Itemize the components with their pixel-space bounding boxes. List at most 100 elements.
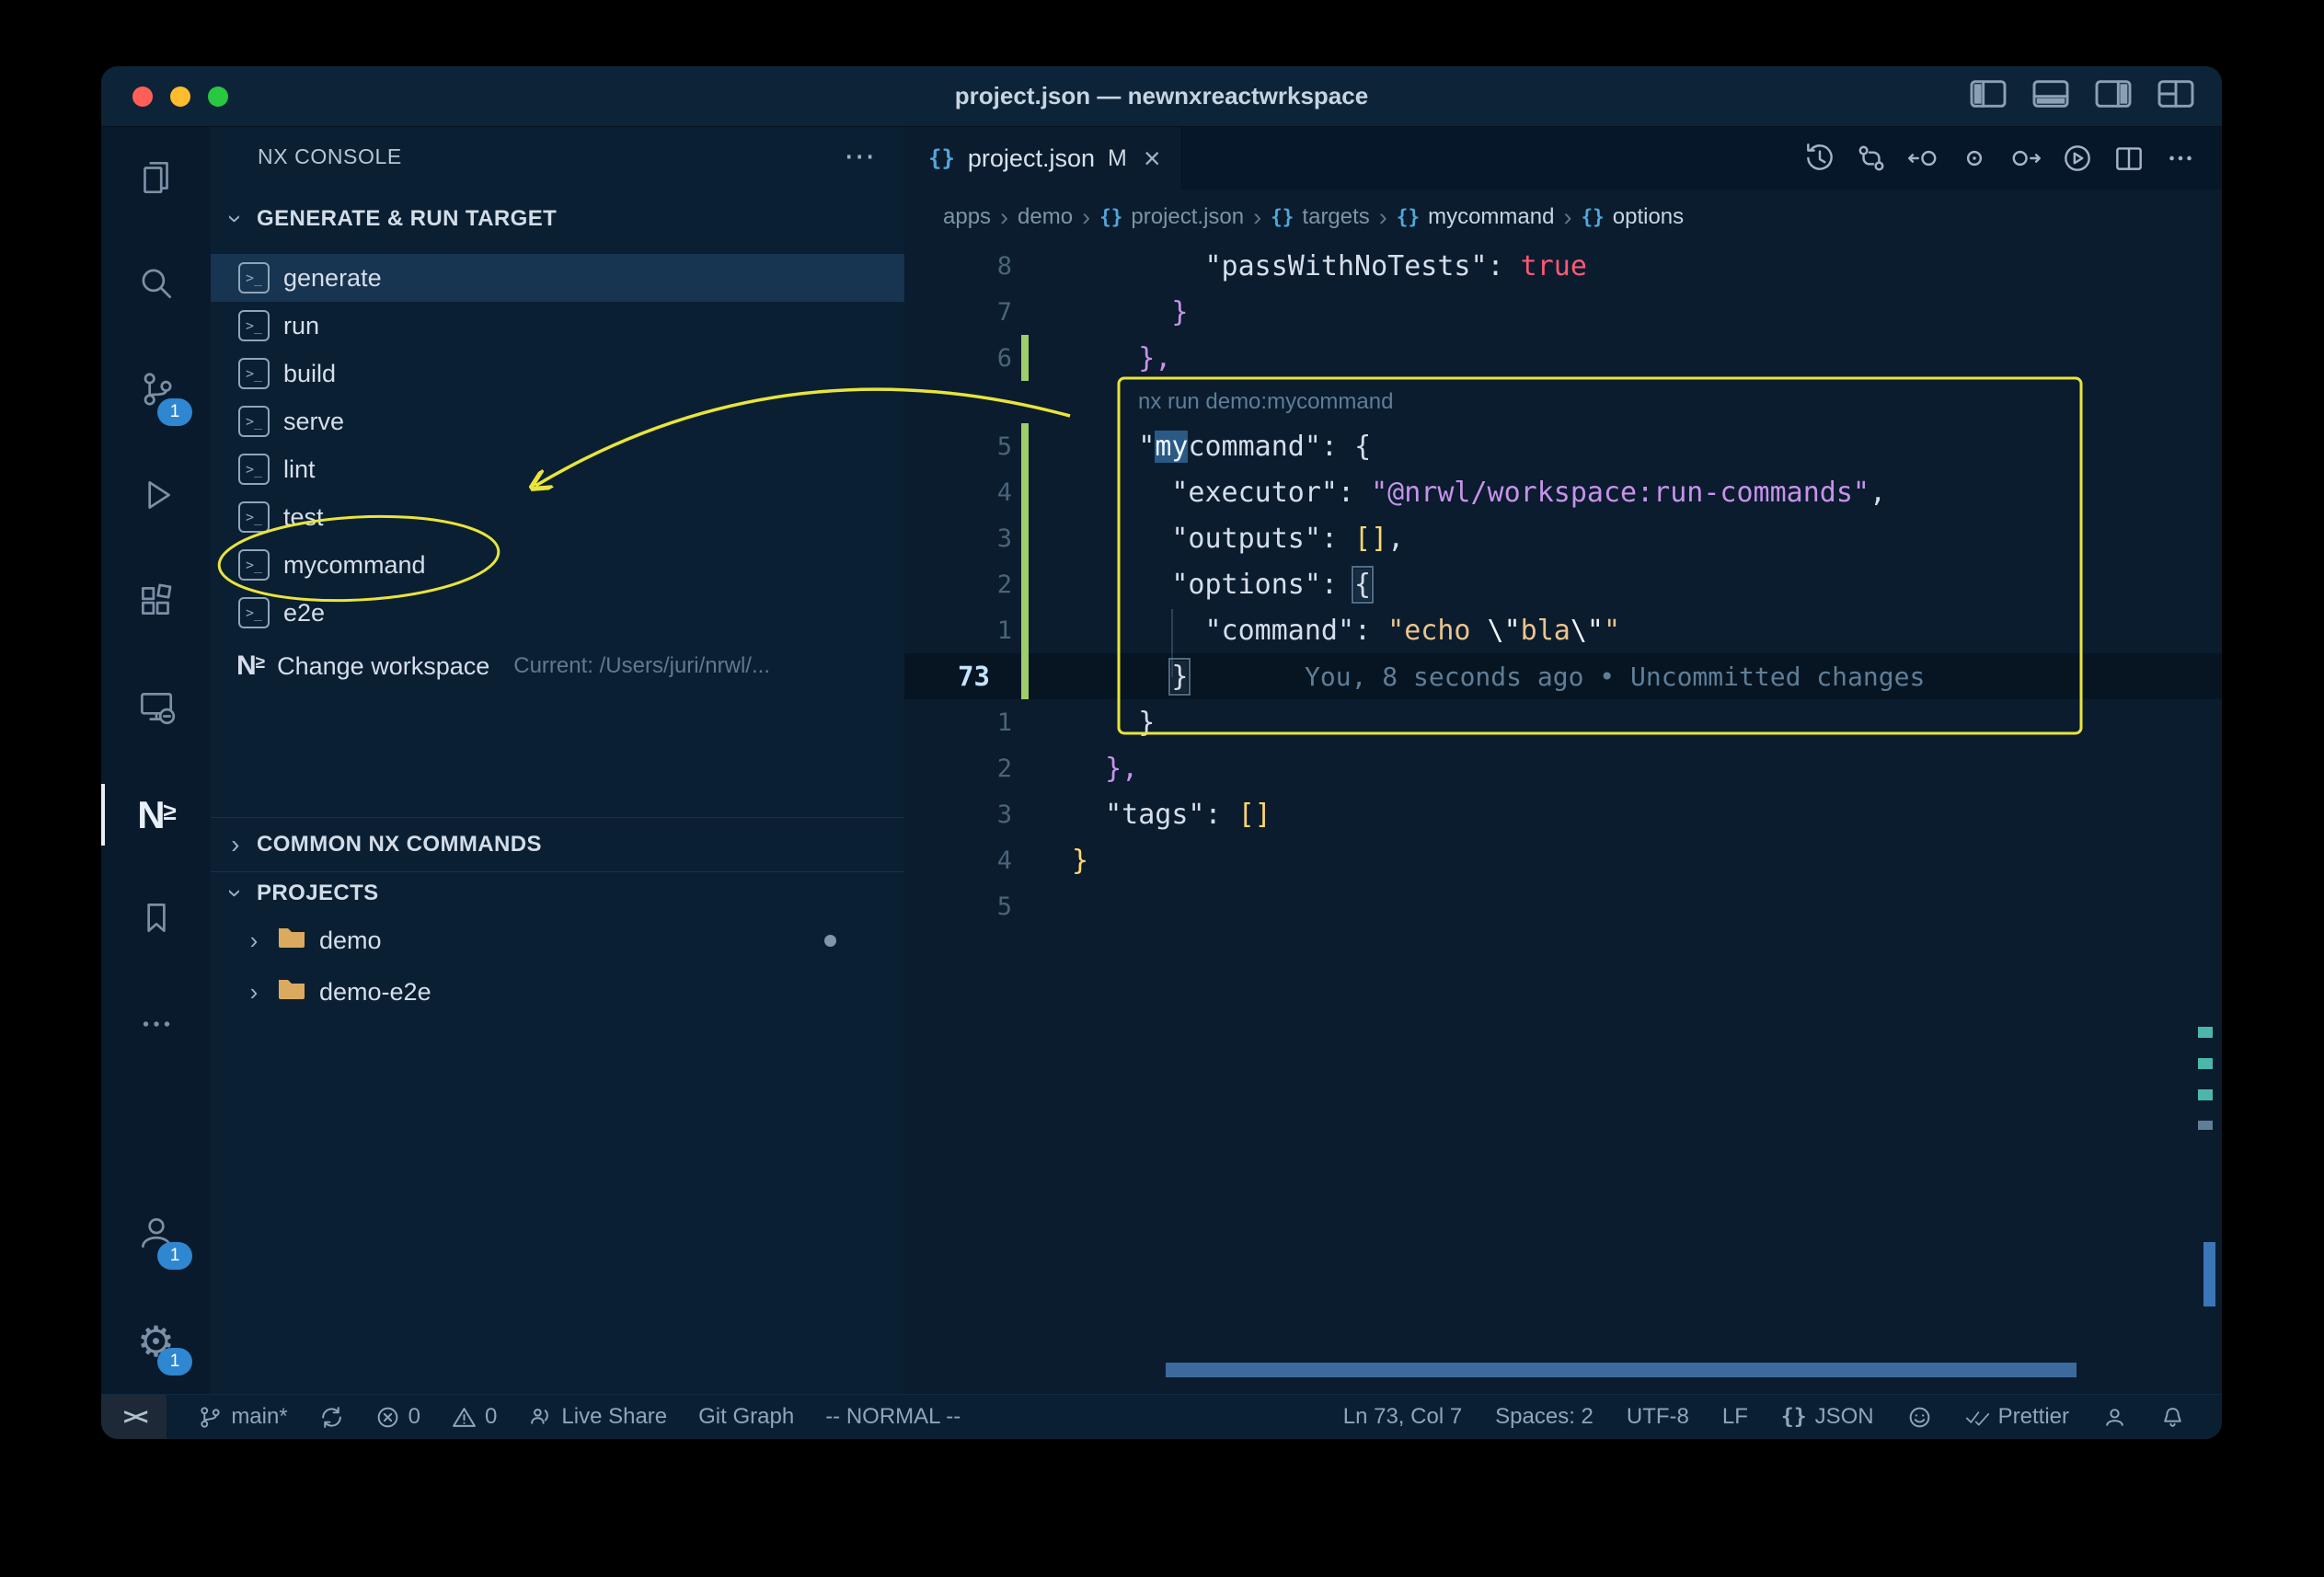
status-git-graph[interactable]: Git Graph: [698, 1404, 794, 1430]
layout-sidebar-left-icon[interactable]: [1970, 79, 2007, 113]
status-user-feedback[interactable]: [2102, 1405, 2127, 1430]
run-debug-icon: [135, 474, 178, 521]
section-generate-run-target[interactable]: › GENERATE & RUN TARGET: [211, 193, 904, 245]
more-actions-icon[interactable]: [2159, 137, 2202, 179]
activity-item-nx-console[interactable]: N≥: [101, 762, 211, 868]
play-circle-icon[interactable]: [2056, 137, 2099, 179]
titlebar-layout-icons: [1970, 79, 2194, 113]
line-number: 4: [904, 478, 1012, 507]
gutter-decorations: [1012, 515, 1072, 561]
status-vim-mode[interactable]: -- NORMAL --: [825, 1404, 961, 1430]
open-changes-left-icon[interactable]: [1902, 137, 1944, 179]
status-eol[interactable]: LF: [1722, 1404, 1748, 1430]
status-git-branch[interactable]: main*: [198, 1404, 287, 1430]
timeline-icon[interactable]: [1799, 137, 1841, 179]
activity-item-settings-gear[interactable]: ⚙1: [101, 1288, 211, 1394]
activity-item-source-control[interactable]: 1: [101, 339, 211, 444]
breadcrumb-demo[interactable]: demo: [1018, 204, 1073, 230]
status-encoding[interactable]: UTF-8: [1627, 1404, 1689, 1430]
status-notifications[interactable]: [2160, 1405, 2185, 1430]
status-label: -- NORMAL --: [825, 1404, 961, 1430]
gutter-decorations: [1012, 289, 1072, 335]
minimize-window-button[interactable]: [170, 86, 190, 107]
status-cursor-position[interactable]: Ln 73, Col 7: [1343, 1404, 1462, 1430]
horizontal-scrollbar[interactable]: [1166, 1363, 2077, 1377]
line-number: 5: [904, 432, 1012, 461]
zoom-window-button[interactable]: [208, 86, 228, 107]
status-prettier[interactable]: Prettier: [1965, 1404, 2069, 1430]
section-common-nx-commands[interactable]: › COMMON NX COMMANDS: [211, 817, 904, 871]
status-warnings[interactable]: 0: [452, 1404, 497, 1430]
line-number: 73: [904, 661, 1012, 692]
target-item-test[interactable]: >_test: [211, 493, 904, 541]
status-language-mode[interactable]: {}JSON: [1781, 1404, 1874, 1430]
layout-grid-icon[interactable]: [2157, 79, 2194, 113]
activity-item-bookmarks[interactable]: [101, 868, 211, 973]
activity-item-remote-explorer[interactable]: [101, 656, 211, 762]
project-item-demo-e2e[interactable]: ›demo-e2e: [211, 966, 904, 1018]
target-label: build: [283, 360, 336, 388]
modified-change-bar: [1021, 515, 1029, 561]
project-label: demo: [319, 927, 382, 955]
status-remote-indicator[interactable]: ><: [101, 1395, 167, 1439]
activity-item-explorer[interactable]: [101, 127, 211, 233]
status-label: Prettier: [1998, 1404, 2069, 1430]
target-item-lint[interactable]: >_lint: [211, 445, 904, 493]
target-item-e2e[interactable]: >_e2e: [211, 589, 904, 637]
json-symbol-icon: {}: [1099, 206, 1122, 228]
activity-item-run-debug[interactable]: [101, 444, 211, 550]
breadcrumb-label: targets: [1302, 204, 1369, 230]
tab-project-json[interactable]: {} project.json M ×: [904, 127, 1182, 190]
open-changes-icon[interactable]: [1953, 137, 1996, 179]
badge: 1: [157, 398, 192, 426]
status-label: UTF-8: [1627, 1404, 1689, 1430]
workbench: 1N≥1⚙1 NX CONSOLE ⋯ › GENERATE & RUN TAR…: [101, 127, 2222, 1394]
status-live-share[interactable]: Live Share: [528, 1404, 667, 1430]
target-item-mycommand[interactable]: >_mycommand: [211, 541, 904, 589]
badge: 1: [157, 1348, 192, 1376]
breadcrumb-project.json[interactable]: {}project.json: [1099, 204, 1244, 230]
code-line: 3 "tags": []: [904, 791, 2222, 837]
target-label: lint: [283, 455, 316, 484]
project-item-demo[interactable]: ›demo: [211, 915, 904, 966]
status-errors[interactable]: 0: [375, 1404, 420, 1430]
activity-item-accounts[interactable]: 1: [101, 1182, 211, 1288]
section-projects[interactable]: › PROJECTS: [211, 871, 904, 915]
target-item-generate[interactable]: >_generate: [211, 254, 904, 302]
compare-icon[interactable]: [1850, 137, 1893, 179]
target-item-serve[interactable]: >_serve: [211, 397, 904, 445]
change-workspace-item[interactable]: N≥ Change workspace Current: /Users/juri…: [211, 637, 904, 696]
activity-item-search[interactable]: [101, 233, 211, 339]
chevron-right-icon: ›: [224, 830, 247, 859]
overview-ruler-mark: [2198, 1058, 2213, 1069]
close-icon[interactable]: ×: [1144, 144, 1161, 173]
status-feedback-smiley[interactable]: [1907, 1405, 1932, 1430]
section-label: COMMON NX COMMANDS: [257, 832, 542, 858]
vertical-scrollbar[interactable]: [2203, 1242, 2215, 1306]
target-item-run[interactable]: >_run: [211, 302, 904, 350]
open-changes-right-icon[interactable]: [2005, 137, 2047, 179]
status-label: main*: [231, 1404, 287, 1430]
more-actions-icon[interactable]: ⋯: [844, 138, 877, 175]
activity-item-extensions[interactable]: [101, 550, 211, 656]
status-sync-changes[interactable]: [319, 1405, 344, 1430]
breadcrumb-mycommand[interactable]: {}mycommand: [1397, 204, 1555, 230]
layout-sidebar-right-icon[interactable]: [2095, 79, 2132, 113]
split-editor-icon[interactable]: [2108, 137, 2150, 179]
status-indentation[interactable]: Spaces: 2: [1495, 1404, 1593, 1430]
breadcrumb-label: apps: [943, 204, 991, 230]
breadcrumb-options[interactable]: {}options: [1581, 204, 1684, 230]
breadcrumb-targets[interactable]: {}targets: [1271, 204, 1370, 230]
code-line: 5 "mycommand": {: [904, 423, 2222, 469]
line-number: 1: [904, 616, 1012, 645]
breadcrumb-apps[interactable]: apps: [943, 204, 991, 230]
activity-item-more[interactable]: [101, 973, 211, 1079]
code-text: }: [1072, 661, 1188, 693]
gutter-decorations: [1012, 883, 1072, 929]
codelens-run-command[interactable]: nx run demo:mycommand: [904, 381, 2222, 423]
layout-panel-icon[interactable]: [2032, 79, 2069, 113]
target-item-build[interactable]: >_build: [211, 350, 904, 397]
close-window-button[interactable]: [132, 86, 153, 107]
gutter-decorations: [1012, 469, 1072, 515]
status-label: JSON: [1815, 1404, 1874, 1430]
